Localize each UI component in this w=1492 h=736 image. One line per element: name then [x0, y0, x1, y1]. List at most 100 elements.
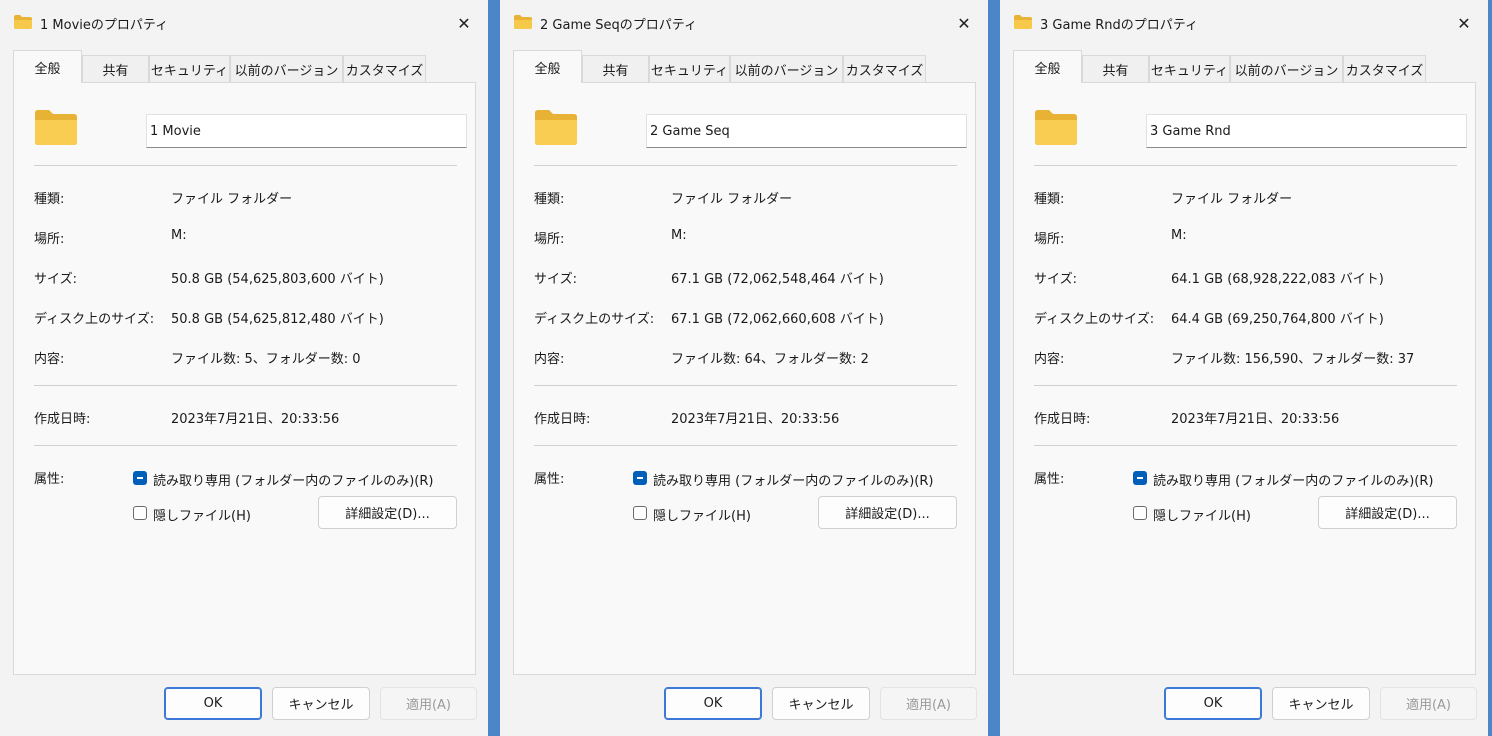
size-on-disk-value: 64.4 GB (69,250,764,800 バイト): [1171, 312, 1384, 327]
tab-customize[interactable]: カスタマイズ: [1343, 55, 1426, 82]
attributes-label: 属性:: [534, 472, 565, 487]
size-label: サイズ:: [34, 272, 77, 287]
folder-name-input[interactable]: [146, 114, 467, 148]
type-label: 種類:: [1034, 192, 1065, 207]
created-value: 2023年7月21日、20:33:56: [171, 412, 340, 427]
separator: [534, 385, 957, 386]
created-label: 作成日時:: [34, 412, 91, 427]
size-on-disk-value: 67.1 GB (72,062,660,608 バイト): [671, 312, 884, 327]
size-on-disk-label: ディスク上のサイズ:: [1034, 312, 1155, 327]
tab-general[interactable]: 全般: [1013, 50, 1082, 83]
created-label: 作成日時:: [534, 412, 591, 427]
contains-value: ファイル数: 5、フォルダー数: 0: [171, 352, 361, 367]
advanced-button[interactable]: 詳細設定(D)...: [818, 496, 957, 529]
apply-button[interactable]: 適用(A): [1380, 687, 1477, 720]
tab-security[interactable]: セキュリティ: [649, 55, 730, 82]
tab-sharing[interactable]: 共有: [582, 55, 649, 82]
tab-general[interactable]: 全般: [13, 50, 82, 83]
window-title: 2 Game Seqのプロパティ: [540, 18, 697, 33]
title-bar[interactable]: 1 Movieのプロパティ ✕: [0, 0, 488, 46]
apply-button[interactable]: 適用(A): [380, 687, 477, 720]
readonly-checkbox[interactable]: [133, 471, 147, 485]
general-panel: 種類: ファイル フォルダー 場所: M: サイズ: 67.1 GB (72,0…: [513, 82, 976, 675]
tab-sharing[interactable]: 共有: [82, 55, 149, 82]
type-value: ファイル フォルダー: [671, 192, 793, 207]
hidden-label[interactable]: 隠しファイル(H): [153, 505, 251, 524]
contains-value: ファイル数: 156,590、フォルダー数: 37: [1171, 352, 1415, 367]
close-icon: ✕: [1457, 13, 1471, 33]
cancel-button[interactable]: キャンセル: [772, 687, 870, 720]
size-value: 64.1 GB (68,928,222,083 バイト): [1171, 272, 1384, 287]
location-label: 場所:: [1034, 232, 1065, 247]
close-button[interactable]: ✕: [1450, 10, 1478, 36]
hidden-checkbox[interactable]: [133, 506, 147, 520]
tab-sharing[interactable]: 共有: [1082, 55, 1149, 82]
properties-dialog: 3 Game Rndのプロパティ ✕ 全般 共有 セキュリティ 以前のバージョン…: [1000, 0, 1488, 736]
close-button[interactable]: ✕: [950, 10, 978, 36]
folder-large-icon: [35, 110, 77, 145]
readonly-checkbox[interactable]: [633, 471, 647, 485]
apply-button[interactable]: 適用(A): [880, 687, 977, 720]
tab-security[interactable]: セキュリティ: [1149, 55, 1230, 82]
ok-button[interactable]: OK: [1164, 687, 1262, 720]
properties-dialog: 1 Movieのプロパティ ✕ 全般 共有 セキュリティ 以前のバージョン カス…: [0, 0, 488, 736]
separator: [34, 165, 457, 166]
location-value: M:: [671, 228, 687, 243]
type-label: 種類:: [34, 192, 65, 207]
folder-large-icon: [535, 110, 577, 145]
tab-general[interactable]: 全般: [513, 50, 582, 83]
close-button[interactable]: ✕: [450, 10, 478, 36]
folder-icon: [514, 15, 532, 29]
size-label: サイズ:: [1034, 272, 1077, 287]
size-value: 50.8 GB (54,625,803,600 バイト): [171, 272, 384, 287]
hidden-label[interactable]: 隠しファイル(H): [653, 505, 751, 524]
hidden-checkbox[interactable]: [1133, 506, 1147, 520]
tab-security[interactable]: セキュリティ: [149, 55, 230, 82]
size-on-disk-label: ディスク上のサイズ:: [534, 312, 655, 327]
attributes-label: 属性:: [34, 472, 65, 487]
location-value: M:: [171, 228, 187, 243]
folder-name-input[interactable]: [646, 114, 967, 148]
tab-customize[interactable]: カスタマイズ: [843, 55, 926, 82]
contains-label: 内容:: [1034, 352, 1065, 367]
title-bar[interactable]: 2 Game Seqのプロパティ ✕: [500, 0, 988, 46]
readonly-label[interactable]: 読み取り専用 (フォルダー内のファイルのみ)(R): [653, 470, 933, 489]
readonly-checkbox[interactable]: [1133, 471, 1147, 485]
hidden-label[interactable]: 隠しファイル(H): [1153, 505, 1251, 524]
general-panel: 種類: ファイル フォルダー 場所: M: サイズ: 64.1 GB (68,9…: [1013, 82, 1476, 675]
created-value: 2023年7月21日、20:33:56: [1171, 412, 1340, 427]
separator: [1034, 165, 1457, 166]
hidden-checkbox[interactable]: [633, 506, 647, 520]
advanced-button[interactable]: 詳細設定(D)...: [1318, 496, 1457, 529]
tab-previous-versions[interactable]: 以前のバージョン: [730, 55, 843, 82]
general-panel: 種類: ファイル フォルダー 場所: M: サイズ: 50.8 GB (54,6…: [13, 82, 476, 675]
readonly-label[interactable]: 読み取り専用 (フォルダー内のファイルのみ)(R): [153, 470, 433, 489]
title-bar[interactable]: 3 Game Rndのプロパティ ✕: [1000, 0, 1488, 46]
separator: [34, 445, 457, 446]
contains-value: ファイル数: 64、フォルダー数: 2: [671, 352, 869, 367]
cancel-button[interactable]: キャンセル: [272, 687, 370, 720]
size-label: サイズ:: [534, 272, 577, 287]
folder-name-input[interactable]: [1146, 114, 1467, 148]
location-label: 場所:: [34, 232, 65, 247]
tab-customize[interactable]: カスタマイズ: [343, 55, 426, 82]
created-label: 作成日時:: [1034, 412, 1091, 427]
readonly-label[interactable]: 読み取り専用 (フォルダー内のファイルのみ)(R): [1153, 470, 1433, 489]
cancel-button[interactable]: キャンセル: [1272, 687, 1370, 720]
created-value: 2023年7月21日、20:33:56: [671, 412, 840, 427]
ok-button[interactable]: OK: [664, 687, 762, 720]
folder-large-icon: [1035, 110, 1077, 145]
size-value: 67.1 GB (72,062,548,464 バイト): [671, 272, 884, 287]
ok-button[interactable]: OK: [164, 687, 262, 720]
advanced-button[interactable]: 詳細設定(D)...: [318, 496, 457, 529]
tab-previous-versions[interactable]: 以前のバージョン: [230, 55, 343, 82]
tab-previous-versions[interactable]: 以前のバージョン: [1230, 55, 1343, 82]
type-value: ファイル フォルダー: [171, 192, 293, 207]
size-on-disk-label: ディスク上のサイズ:: [34, 312, 155, 327]
contains-label: 内容:: [34, 352, 65, 367]
contains-label: 内容:: [534, 352, 565, 367]
folder-icon: [14, 15, 32, 29]
type-label: 種類:: [534, 192, 565, 207]
location-value: M:: [1171, 228, 1187, 243]
separator: [534, 445, 957, 446]
